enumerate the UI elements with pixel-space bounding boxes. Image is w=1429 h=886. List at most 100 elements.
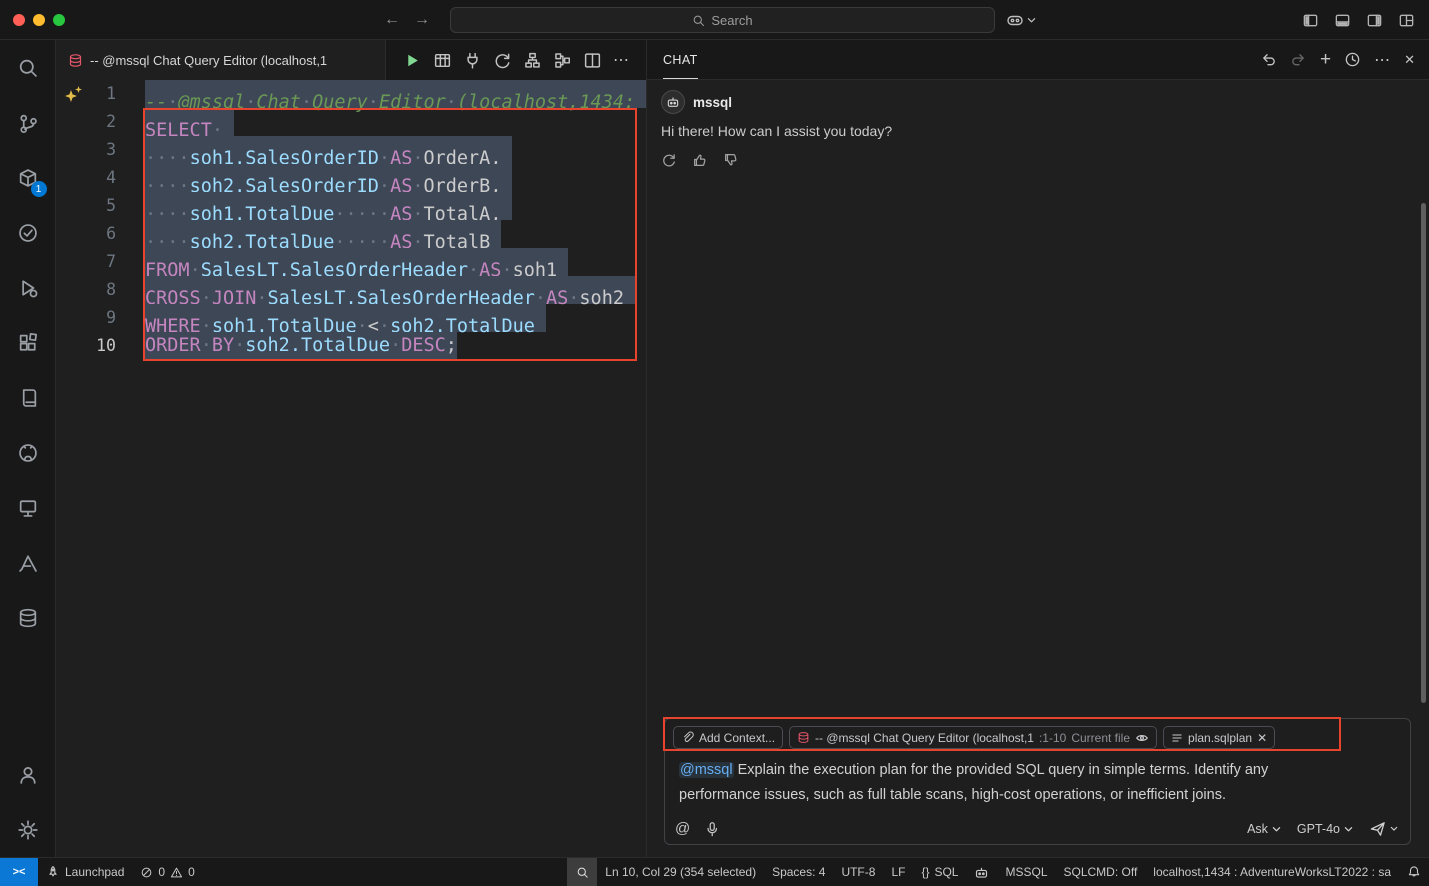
tab-chat[interactable]: CHAT <box>663 40 698 79</box>
account-icon <box>17 764 39 786</box>
search-icon <box>17 57 39 79</box>
search-icon <box>576 866 589 879</box>
chat-scrollbar[interactable] <box>1421 203 1426 703</box>
estimated-plan-icon[interactable] <box>523 51 542 70</box>
launchpad-status[interactable]: Launchpad <box>38 858 132 886</box>
notifications-bell[interactable] <box>1399 858 1429 886</box>
database-icon <box>17 607 39 629</box>
code-line[interactable]: 3····soh1.SalesOrderID·AS·OrderA, <box>56 136 646 164</box>
split-editor-icon[interactable] <box>583 51 602 70</box>
toggle-secondary-sidebar-icon[interactable] <box>1366 12 1383 29</box>
thumbs-up-icon[interactable] <box>692 152 708 168</box>
change-connection-icon[interactable] <box>493 51 512 70</box>
toggle-panel-icon[interactable] <box>1334 12 1351 29</box>
azure-icon <box>17 552 39 574</box>
mention-icon[interactable]: @ <box>675 820 690 837</box>
thumbs-down-icon[interactable] <box>723 152 739 168</box>
sidebar-item-run-debug[interactable] <box>0 260 56 315</box>
sqlcmd-status[interactable]: SQLCMD: Off <box>1056 858 1146 886</box>
source-control-icon <box>17 112 39 134</box>
search-box[interactable]: Search <box>450 7 995 33</box>
maximize-window-button[interactable] <box>53 14 65 26</box>
results-grid-icon[interactable] <box>433 51 452 70</box>
cursor-position-status[interactable]: Ln 10, Col 29 (354 selected) <box>597 858 764 886</box>
file-lines-icon <box>1171 732 1183 744</box>
code-line[interactable]: 8CROSS·JOIN·SalesLT.SalesOrderHeader·AS·… <box>56 276 646 304</box>
navigate-forward-icon[interactable]: → <box>414 11 430 29</box>
minimize-window-button[interactable] <box>33 14 45 26</box>
sidebar-item-package[interactable]: 1 <box>0 150 56 205</box>
chat-panel-header: CHAT + ⋯ ✕ <box>647 40 1429 80</box>
context-chip-sqlplan[interactable]: plan.sqlplan ✕ <box>1163 726 1275 749</box>
close-panel-icon[interactable]: ✕ <box>1404 52 1415 68</box>
warning-icon <box>170 866 183 879</box>
robot-icon <box>666 95 680 109</box>
mssql-file-icon <box>68 53 83 68</box>
mssql-mention[interactable]: @mssql <box>679 762 734 778</box>
copilot-status[interactable] <box>966 858 997 886</box>
editor-tab-bar: -- @mssql Chat Query Editor (localhost,1… <box>56 40 646 80</box>
remove-chip-icon[interactable]: ✕ <box>1257 731 1267 745</box>
chat-message-list: mssql Hi there! How can I assist you tod… <box>647 80 1429 168</box>
run-debug-icon <box>17 277 39 299</box>
code-line[interactable]: 1--·@mssql·Chat·Query·Editor·(localhost,… <box>56 80 646 108</box>
send-button[interactable] <box>1369 820 1398 837</box>
code-line[interactable]: 6····soh2.TotalDue·····AS·TotalB <box>56 220 646 248</box>
sidebar-item-remote-explorer[interactable] <box>0 480 56 535</box>
sidebar-item-docs[interactable] <box>0 370 56 425</box>
microphone-icon[interactable] <box>704 821 720 837</box>
code-line[interactable]: 4····soh2.SalesOrderID·AS·OrderB, <box>56 164 646 192</box>
mode-dropdown[interactable]: Ask <box>1247 822 1281 836</box>
zoom-status-button[interactable] <box>567 858 597 886</box>
more-actions-icon[interactable]: ⋯ <box>613 50 630 70</box>
navigate-back-icon[interactable]: ← <box>384 11 400 29</box>
editor-tab[interactable]: -- @mssql Chat Query Editor (localhost,1 <box>56 40 386 80</box>
sidebar-item-testing[interactable] <box>0 205 56 260</box>
problems-status[interactable]: 0 0 <box>132 858 202 886</box>
sidebar-item-source-control[interactable] <box>0 95 56 150</box>
sidebar-item-account[interactable] <box>0 747 56 802</box>
query-plan-icon[interactable] <box>553 51 572 70</box>
sidebar-item-github[interactable] <box>0 425 56 480</box>
close-window-button[interactable] <box>13 14 25 26</box>
chat-input-container[interactable]: Add Context... -- @mssql Chat Query Edit… <box>664 718 1411 845</box>
encoding-status[interactable]: UTF-8 <box>833 858 883 886</box>
code-line[interactable]: 10ORDER·BY·soh2.TotalDue·DESC; <box>56 332 646 360</box>
sidebar-item-azure[interactable] <box>0 535 56 590</box>
copilot-menu[interactable] <box>1006 9 1036 31</box>
line-number: 4 <box>56 164 116 192</box>
sidebar-item-settings[interactable] <box>0 802 56 857</box>
code-line[interactable]: 5····soh1.TotalDue·····AS·TotalA, <box>56 192 646 220</box>
sidebar-item-database[interactable] <box>0 590 56 645</box>
more-actions-icon[interactable]: ⋯ <box>1374 50 1391 70</box>
eol-status[interactable]: LF <box>883 858 913 886</box>
code-line[interactable]: 7FROM·SalesLT.SalesOrderHeader·AS·soh1 <box>56 248 646 276</box>
context-chip-current-file[interactable]: -- @mssql Chat Query Editor (localhost,1… <box>789 726 1157 749</box>
paperclip-icon <box>681 731 694 744</box>
mssql-status[interactable]: MSSQL <box>997 858 1055 886</box>
extensions-icon <box>17 332 39 354</box>
redo-icon[interactable] <box>1290 51 1307 68</box>
customize-layout-icon[interactable] <box>1398 12 1415 29</box>
chevron-down-icon <box>1344 825 1353 833</box>
undo-icon[interactable] <box>1260 51 1277 68</box>
disconnect-plug-icon[interactable] <box>463 51 482 70</box>
history-icon[interactable] <box>1344 51 1361 68</box>
code-editor[interactable]: 1--·@mssql·Chat·Query·Editor·(localhost,… <box>56 80 646 857</box>
add-context-button[interactable]: Add Context... <box>673 726 783 749</box>
run-query-button[interactable] <box>403 51 422 70</box>
chat-input-text[interactable]: @mssql Explain the execution plan for th… <box>665 749 1410 807</box>
vscode-window: ← → Search 1 <box>0 0 1429 886</box>
language-mode-status[interactable]: {}SQL <box>913 858 966 886</box>
line-number: 8 <box>56 276 116 304</box>
copilot-sparkle-icon[interactable] <box>64 84 84 104</box>
remote-indicator[interactable]: >< <box>0 858 38 886</box>
model-dropdown[interactable]: GPT-4o <box>1297 822 1353 836</box>
toggle-primary-sidebar-icon[interactable] <box>1302 12 1319 29</box>
eye-icon[interactable] <box>1135 731 1149 745</box>
indentation-status[interactable]: Spaces: 4 <box>764 858 833 886</box>
sidebar-item-search[interactable] <box>0 40 56 95</box>
connection-status[interactable]: localhost,1434 : AdventureWorksLT2022 : … <box>1145 858 1399 886</box>
sidebar-item-extensions[interactable] <box>0 315 56 370</box>
regenerate-icon[interactable] <box>661 152 677 168</box>
